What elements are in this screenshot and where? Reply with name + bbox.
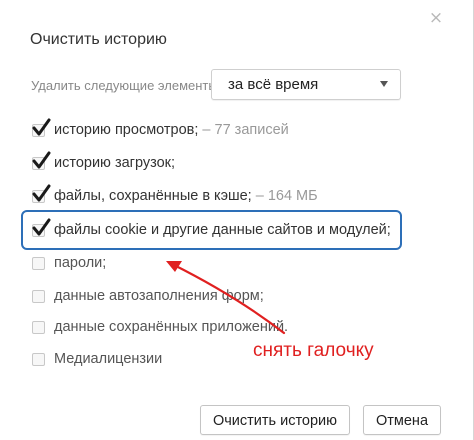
option-label: историю просмотров; – 77 записей [54,122,289,138]
checkbox[interactable] [32,151,51,170]
time-range-label: Удалить следующие элементы: [31,78,222,93]
option-note: – 77 записей [198,122,289,138]
option-label: данные сохранённых приложений. [54,319,289,335]
checkbox[interactable] [32,290,45,303]
time-range-value: за всё время [228,76,319,93]
clear-history-button[interactable]: Очистить историю [200,405,350,435]
checkbox[interactable] [32,118,51,137]
close-icon[interactable]: × [425,7,447,29]
option-label: пароли; [54,255,107,271]
checkmark-icon [32,118,51,136]
cancel-button[interactable]: Отмена [363,405,441,435]
checkbox[interactable] [32,353,45,366]
time-range-select[interactable]: за всё время [211,69,401,100]
checkbox[interactable] [32,257,45,270]
highlight-box [21,210,402,250]
option-note: – 164 МБ [251,188,318,204]
checkmark-icon [32,184,51,202]
annotation-text: снять галочку [253,340,374,361]
clear-history-dialog: × Очистить историю Удалить следующие эле… [0,0,474,440]
checkbox[interactable] [32,321,45,334]
option-label: историю загрузок; [54,155,176,171]
option-label: Медиалицензии [54,351,163,367]
option-label: файлы, сохранённые в кэше; – 164 МБ [54,188,318,204]
checkbox[interactable] [32,184,51,203]
chevron-down-icon [380,81,388,87]
dialog-title: Очистить историю [30,31,167,48]
option-label: данные автозаполнения форм; [54,288,264,304]
checkmark-icon [32,151,51,169]
